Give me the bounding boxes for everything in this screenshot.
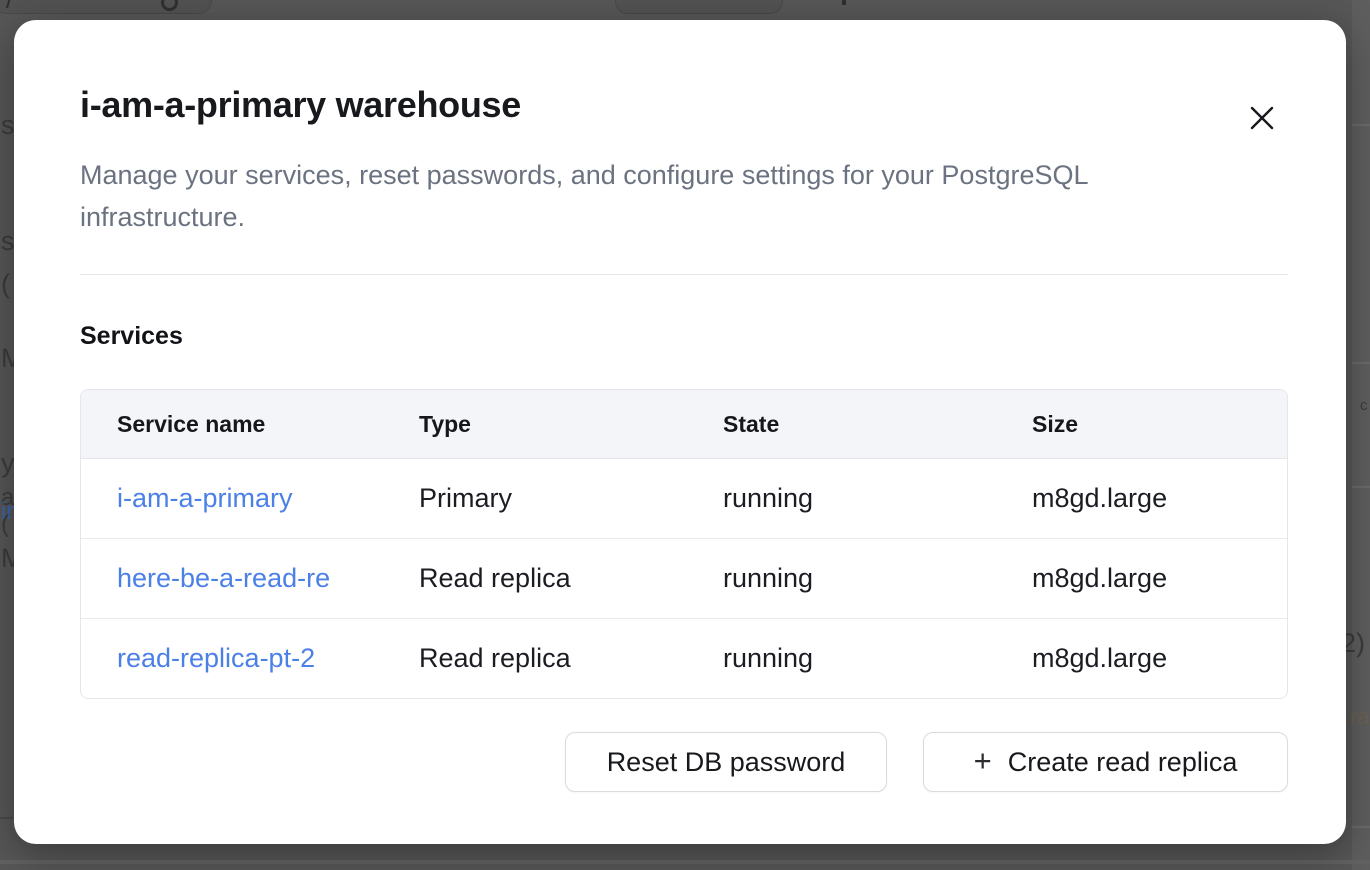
background-divider-fragment [1352,362,1370,364]
background-text-fragment: ( [1,271,10,298]
dialog-actions: Reset DB password + Create read replica [80,732,1288,792]
background-divider-fragment [0,860,1370,864]
service-state-cell: running [687,643,996,674]
services-table-header: Service name Type State Size [81,390,1287,459]
create-read-replica-button[interactable]: + Create read replica [923,732,1288,792]
service-state-cell: running [687,563,996,594]
background-divider-fragment [1352,486,1370,488]
background-right-panel [1352,0,1370,870]
background-text-fragment: y [1,450,15,477]
services-table-body: i-am-a-primaryPrimaryrunningm8gd.largehe… [81,459,1287,698]
background-text-fragment: ( [1,513,9,537]
column-header-state: State [687,411,996,438]
background-divider-fragment [1352,124,1370,126]
service-name-cell: here-be-a-read-re [81,563,383,594]
close-icon [1248,104,1276,132]
background-slash-fragment: / [6,0,13,15]
warehouse-dialog: i-am-a-primary warehouse Manage your ser… [14,20,1346,844]
dialog-description: Manage your services, reset passwords, a… [80,154,1230,238]
service-state-cell: running [687,483,996,514]
column-header-size: Size [996,411,1287,438]
service-type-cell: Read replica [383,643,687,674]
table-row: here-be-a-read-re Read replicarunningm8gd… [81,539,1287,619]
reset-db-password-button[interactable]: Reset DB password [565,732,887,792]
reset-db-password-label: Reset DB password [607,747,846,778]
section-divider [80,274,1288,275]
service-name-cell: i-am-a-primary [81,483,383,514]
service-type-cell: Primary [383,483,687,514]
background-divider-fragment [1352,826,1370,828]
background-divider-fragment [0,817,13,819]
service-size-cell: m8gd.large [996,483,1287,514]
table-row: read-replica-pt-2 Read replicarunningm8gd… [81,619,1287,698]
service-name-link[interactable]: read-replica-pt-2 [117,643,315,674]
plus-icon: + [974,745,992,776]
background-text-fragment: c [1360,398,1368,413]
background-tick-fragment [842,0,846,5]
dialog-title: i-am-a-primary warehouse [80,20,1288,128]
service-size-cell: m8gd.large [996,563,1287,594]
create-read-replica-label: Create read replica [1008,747,1238,778]
service-name-link[interactable]: here-be-a-read-re [117,563,330,594]
background-text-fragment: s [1,228,15,255]
table-row: i-am-a-primary Primaryrunningm8gd.large [81,459,1287,539]
close-button[interactable] [1244,100,1280,136]
service-name-cell: read-replica-pt-2 [81,643,383,674]
services-heading: Services [80,321,1288,351]
services-table: Service name Type State Size i-am-a-prim… [80,389,1288,699]
column-header-type: Type [383,411,687,438]
background-text-fragment: ra [1350,706,1370,728]
column-header-service-name: Service name [81,411,383,438]
service-name-link[interactable]: i-am-a-primary [117,483,293,514]
service-size-cell: m8gd.large [996,643,1287,674]
service-type-cell: Read replica [383,563,687,594]
background-card-fragment [0,0,212,14]
background-card-fragment [615,0,783,14]
